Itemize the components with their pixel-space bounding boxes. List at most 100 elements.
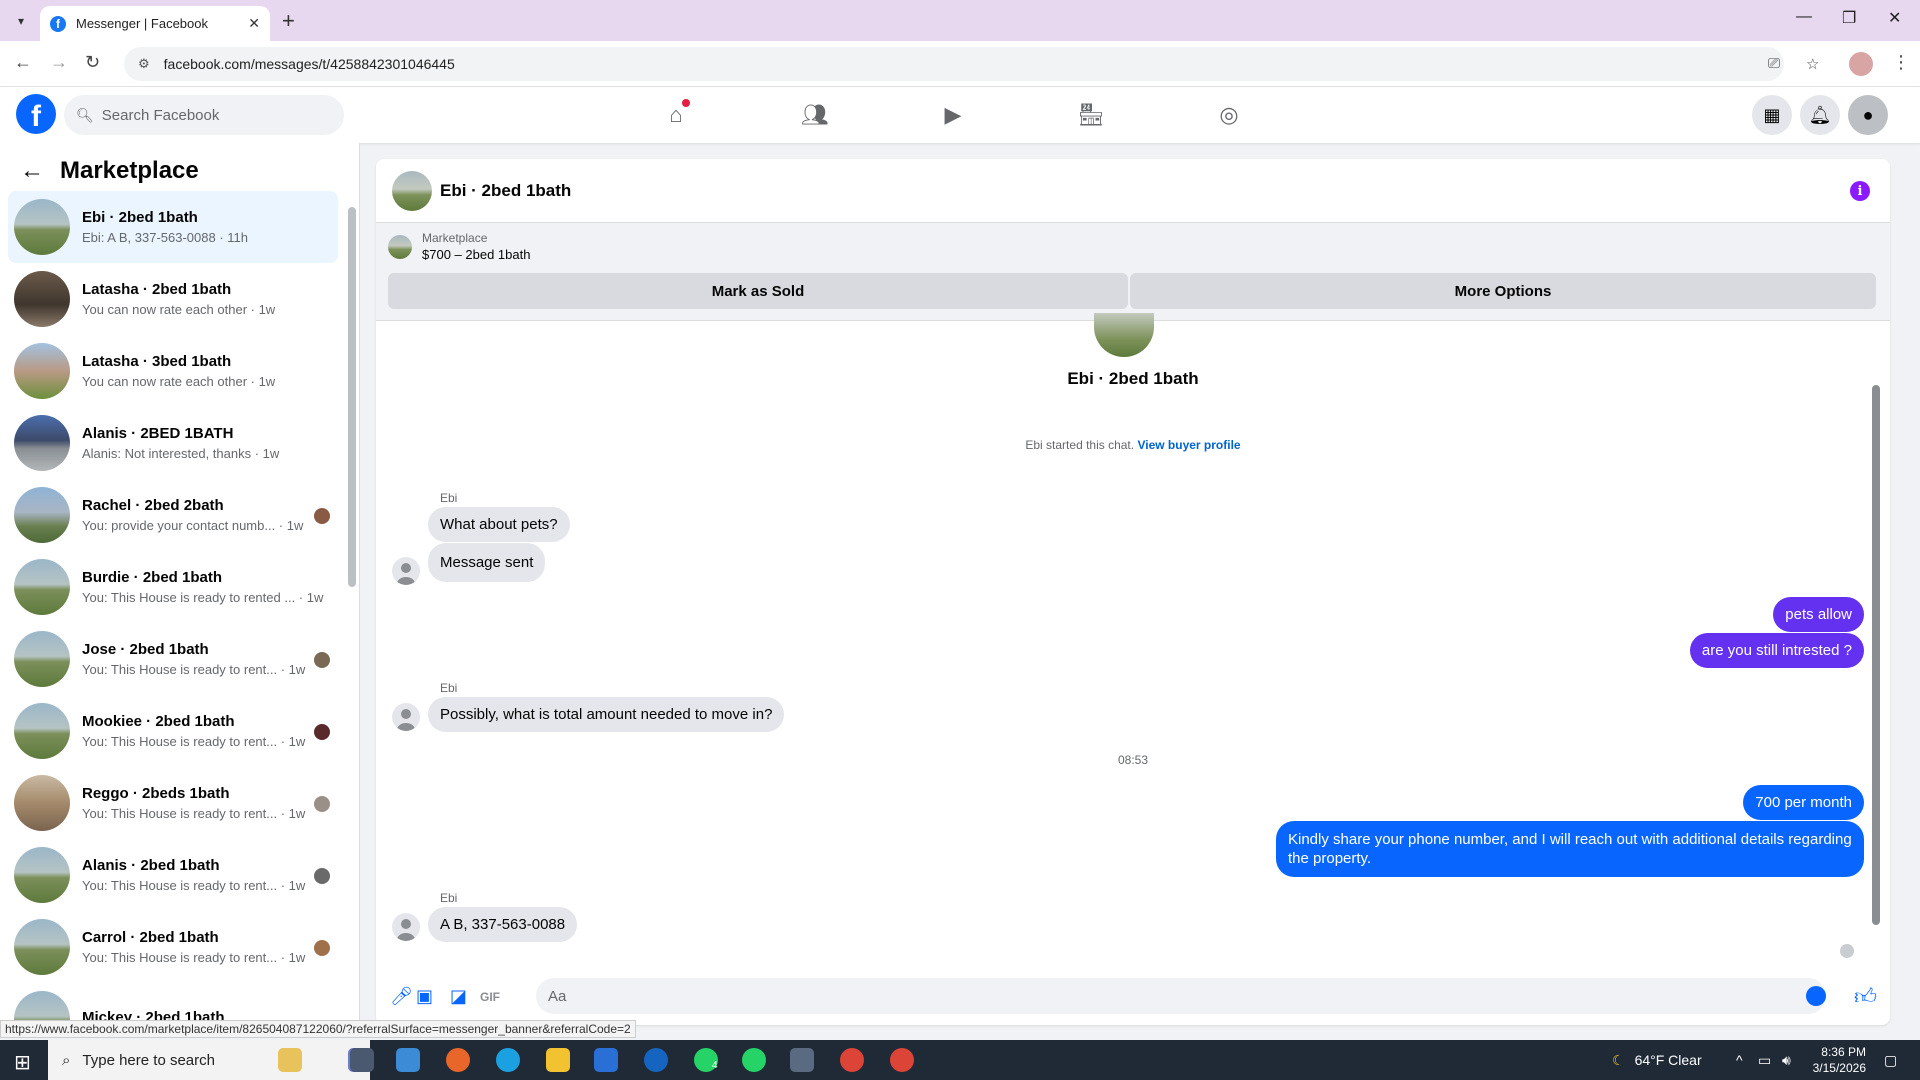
site-info-icon[interactable]: ⚙ <box>138 56 150 72</box>
conversation-preview: Ebi: A B, 337-563-0088 · 11h <box>82 230 248 245</box>
sender-name: Ebi <box>440 681 458 695</box>
reload-icon[interactable]: ↻ <box>85 52 100 73</box>
firefox-icon[interactable] <box>446 1048 470 1072</box>
conversation-item[interactable]: Mookiee · 2bed 1bath You: This House is r… <box>8 695 338 767</box>
minimize-button[interactable]: — <box>1796 8 1812 26</box>
sidebar-header: ← Marketplace <box>20 157 199 185</box>
mark-as-sold-button[interactable]: Mark as Sold <box>388 273 1128 309</box>
listing-info[interactable]: Marketplace $700 – 2bed 1bath <box>388 231 530 262</box>
app-window-icon[interactable] <box>790 1048 814 1072</box>
chat-avatar[interactable] <box>392 170 432 211</box>
conversation-name: Reggo · 2beds 1bath <box>82 785 230 802</box>
store-icon[interactable] <box>594 1048 618 1072</box>
sidebar-scrollbar[interactable] <box>348 207 356 587</box>
search-icon: ⌕ <box>62 1051 71 1069</box>
outgoing-message[interactable]: 700 per month <box>1743 785 1864 820</box>
listing-thumbnail <box>14 847 70 903</box>
outgoing-message[interactable]: pets allow <box>1773 597 1864 632</box>
chat-scrollbar[interactable] <box>1872 385 1880 925</box>
incoming-message[interactable]: What about pets? <box>428 507 570 542</box>
message-input[interactable]: Aa <box>536 978 1826 1014</box>
conversation-item[interactable]: Burdie · 2bed 1bath You: This House is re… <box>8 551 338 623</box>
emoji-icon[interactable] <box>1806 986 1826 1006</box>
window-close-button[interactable]: ✕ <box>1888 8 1901 28</box>
conversation-item[interactable]: Rachel · 2bed 2bath You: provide your con… <box>8 479 338 551</box>
composer-placeholder: Aa <box>548 987 567 1005</box>
conversation-item[interactable]: Latasha · 3bed 1bath You can now rate eac… <box>8 335 338 407</box>
outlook-icon[interactable] <box>644 1048 668 1072</box>
conversation-item[interactable]: Carrol · 2bed 1bath You: This House is re… <box>8 911 338 983</box>
clock-date: 3/15/2026 <box>1812 1061 1866 1075</box>
restore-button[interactable]: ❐ <box>1842 8 1856 28</box>
new-tab-button[interactable]: + <box>282 8 295 34</box>
conversation-list: Ebi · 2bed 1bath Ebi: A B, 337-563-0088 ·… <box>8 191 338 1033</box>
forward-arrow-icon[interactable]: → <box>50 52 68 73</box>
groups-nav-icon[interactable]: ◎ <box>1209 95 1249 135</box>
file-explorer-icon[interactable] <box>546 1048 570 1072</box>
system-clock[interactable]: 8:36 PM 3/15/2026 <box>1786 1044 1866 1076</box>
video-nav-icon[interactable]: ▶ <box>933 95 973 135</box>
search-icon: 🔍︎ <box>76 106 94 123</box>
install-app-icon[interactable]: ⎚ <box>1768 55 1780 72</box>
back-arrow-icon[interactable]: ← <box>14 52 32 73</box>
whatsapp-icon[interactable] <box>742 1048 766 1072</box>
address-bar[interactable]: ⚙ facebook.com/messages/t/42588423010464… <box>124 47 1819 81</box>
back-arrow-icon[interactable]: ← <box>20 157 44 185</box>
message-timestamp: 08:53 <box>1117 753 1149 767</box>
listing-thumbnail <box>388 234 412 259</box>
menu-grid-icon[interactable]: ▦ <box>1752 95 1792 135</box>
conversation-preview: You: provide your contact numb... · 1w <box>82 518 304 533</box>
conversation-item[interactable]: Jose · 2bed 1bath You: This House is read… <box>8 623 338 695</box>
outgoing-message[interactable]: are you still intrested ? <box>1689 633 1864 668</box>
notification-center-icon[interactable]: ▢ <box>1884 1040 1897 1080</box>
conversation-item[interactable]: Reggo · 2beds 1bath You: This House is re… <box>8 767 338 839</box>
edge-icon[interactable] <box>496 1048 520 1072</box>
app-icon[interactable] <box>396 1048 420 1072</box>
conversation-item[interactable]: Alanis · 2bed 1bath You: This House is re… <box>8 839 338 911</box>
thumbs-up-icon[interactable]: 👍︎ <box>1854 983 1877 1010</box>
sticker-icon[interactable]: ◪ <box>450 986 467 1007</box>
friends-nav-icon[interactable]: 👥︎ <box>795 95 835 135</box>
more-options-button[interactable]: More Options <box>1130 273 1876 309</box>
network-icon[interactable]: ▭ <box>1758 1040 1771 1080</box>
tab-close-icon[interactable]: ✕ <box>248 15 260 32</box>
conversation-preview: You: This House is ready to rent... · 1w <box>82 806 306 821</box>
browser-tab-strip: ▾ f Messenger | Facebook ✕ + — ❐ ✕ <box>0 0 1920 41</box>
facebook-logo-icon[interactable]: f <box>16 94 56 134</box>
task-view-icon[interactable] <box>350 1048 374 1072</box>
conversation-item[interactable]: Latasha · 2bed 1bath You can now rate eac… <box>8 263 338 335</box>
conversation-name: Latasha · 2bed 1bath <box>82 281 232 298</box>
bookmark-star-icon[interactable]: ☆ <box>1806 55 1819 73</box>
seen-receipt-avatar <box>1840 944 1854 958</box>
windows-start-icon[interactable]: ⊞ <box>14 1050 31 1075</box>
weather-widget[interactable]: ☾ 64°F Clear <box>1612 1040 1702 1080</box>
message-composer: 🎤︎ ▣ ◪ GIF Aa 👍︎ <box>376 969 1890 1025</box>
account-avatar[interactable]: ● <box>1848 95 1888 135</box>
outgoing-message[interactable]: Kindly share your phone number, and I wi… <box>1276 821 1864 877</box>
url-text: facebook.com/messages/t/4258842301046445 <box>163 56 455 72</box>
chat-title[interactable]: Ebi · 2bed 1bath <box>440 181 571 201</box>
facebook-search-input[interactable]: 🔍︎ Search Facebook <box>64 95 344 135</box>
tab-search-button[interactable]: ▾ <box>10 10 32 32</box>
conversation-item[interactable]: Ebi · 2bed 1bath Ebi: A B, 337-563-0088 ·… <box>8 191 338 263</box>
taskbar-search-box[interactable]: ⌕ Type here to search <box>48 1040 370 1080</box>
gif-icon[interactable]: GIF <box>480 990 500 1004</box>
home-nav-icon[interactable]: ⌂ <box>656 95 696 135</box>
listing-thumbnail <box>14 559 70 615</box>
photo-icon[interactable]: ▣ <box>416 986 433 1007</box>
marketplace-nav-icon[interactable]: 🏪︎ <box>1071 95 1111 135</box>
info-icon[interactable]: i <box>1850 181 1870 201</box>
chrome-profile-icon[interactable] <box>890 1048 914 1072</box>
chrome-icon[interactable] <box>840 1048 864 1072</box>
incoming-message[interactable]: A B, 337-563-0088 <box>428 907 578 942</box>
view-buyer-profile-link[interactable]: View buyer profile <box>1137 438 1240 452</box>
browser-tab[interactable]: f Messenger | Facebook ✕ <box>40 6 270 41</box>
browser-profile-avatar[interactable] <box>1849 52 1873 76</box>
tray-chevron-icon[interactable]: ^ <box>1736 1040 1743 1080</box>
microphone-icon[interactable]: 🎤︎ <box>390 986 413 1007</box>
incoming-message[interactable]: Message sent <box>428 543 546 582</box>
browser-menu-icon[interactable]: ⋮ <box>1892 52 1910 73</box>
notifications-bell-icon[interactable]: 🔔︎ <box>1800 95 1840 135</box>
conversation-item[interactable]: Alanis · 2BED 1BATH Alanis: Not intereste… <box>8 407 338 479</box>
incoming-message[interactable]: Possibly, what is total amount needed to… <box>428 697 785 732</box>
